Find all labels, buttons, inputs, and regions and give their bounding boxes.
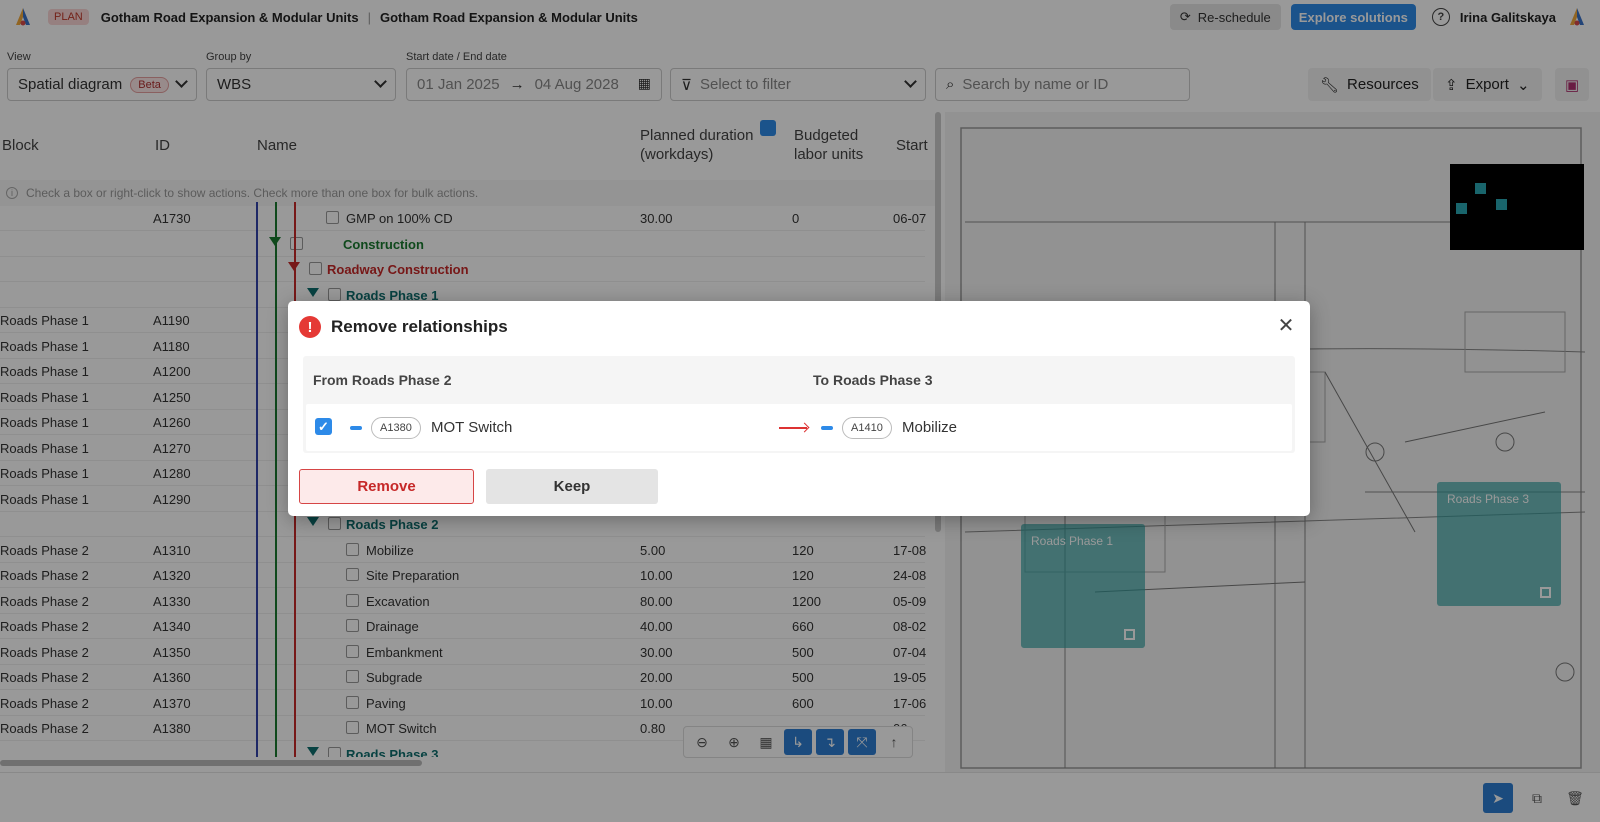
from-activity-name: MOT Switch	[431, 419, 513, 436]
dialog-title: Remove relationships	[331, 317, 508, 336]
to-activity-name: Mobilize	[902, 419, 958, 436]
close-icon[interactable]: ✕	[1276, 315, 1296, 337]
remove-relationships-dialog: ! Remove relationships ✕ From Roads Phas…	[288, 301, 1310, 516]
relationship-panel: From Roads Phase 2 To Roads Phase 3 ✓ A1…	[303, 356, 1295, 453]
to-activity-id: A1410	[842, 417, 892, 439]
from-activity-id: A1380	[371, 417, 421, 439]
relationship-checkbox[interactable]: ✓	[315, 418, 332, 435]
activity-type-icon	[821, 426, 833, 430]
keep-button[interactable]: Keep	[486, 469, 658, 504]
relationship-row[interactable]: ✓ A1380 MOT Switch A1410 Mobilize	[306, 404, 1292, 451]
activity-type-icon	[350, 426, 362, 430]
to-label: To Roads Phase 3	[813, 372, 933, 388]
warning-icon: !	[299, 316, 321, 338]
from-label: From Roads Phase 2	[313, 372, 452, 388]
arrow-right-icon	[779, 427, 807, 429]
remove-button[interactable]: Remove	[299, 469, 474, 504]
